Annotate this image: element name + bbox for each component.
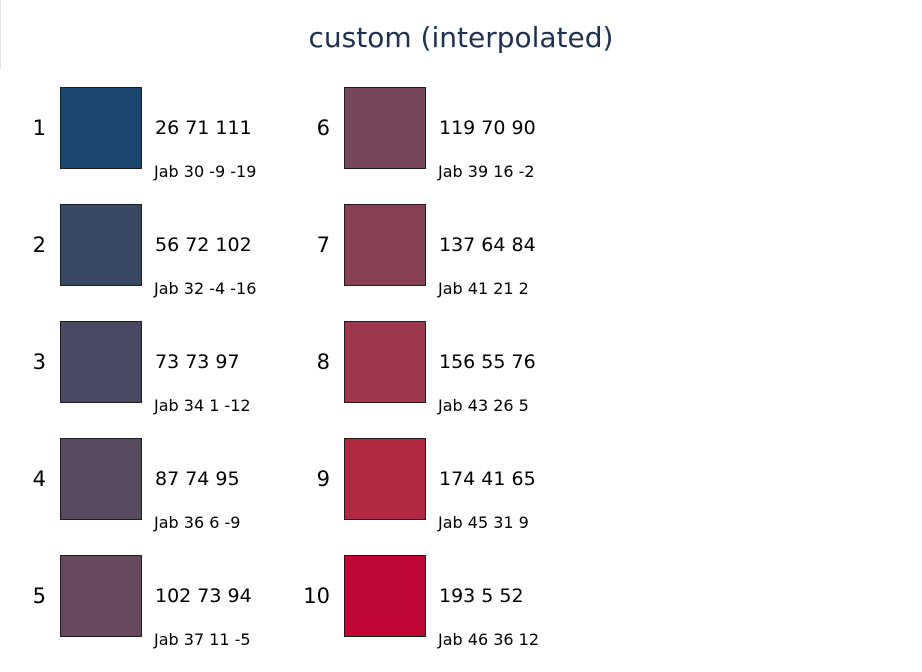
jab-value: Jab 34 1 -12	[154, 396, 251, 415]
jab-value: Jab 45 31 9	[438, 513, 529, 532]
color-swatch	[344, 87, 426, 169]
color-swatch	[60, 204, 142, 286]
swatch-entry: 5 102 73 94 Jab 37 11 -5	[0, 555, 284, 672]
swatch-column-left: 1 26 71 111 Jab 30 -9 -19 2 56 72 102 Ja…	[0, 87, 284, 672]
swatch-entry: 10 193 5 52 Jab 46 36 12	[284, 555, 568, 672]
swatch-index: 1	[32, 116, 46, 140]
swatch-entry: 6 119 70 90 Jab 39 16 -2	[284, 87, 568, 204]
swatch-entry: 9 174 41 65 Jab 45 31 9	[284, 438, 568, 555]
rgb-value: 174 41 65	[439, 468, 536, 490]
jab-value: Jab 41 21 2	[438, 279, 529, 298]
rgb-value: 73 73 97	[155, 351, 240, 373]
swatch-entry: 4 87 74 95 Jab 36 6 -9	[0, 438, 284, 555]
color-swatch	[344, 321, 426, 403]
jab-value: Jab 46 36 12	[438, 630, 540, 649]
rgb-value: 102 73 94	[155, 585, 252, 607]
color-swatch	[60, 87, 142, 169]
rgb-value: 87 74 95	[155, 468, 240, 490]
rgb-value: 193 5 52	[439, 585, 524, 607]
color-swatch	[60, 321, 142, 403]
color-swatch	[60, 555, 142, 637]
color-swatch	[344, 438, 426, 520]
swatch-index: 3	[32, 350, 46, 374]
swatch-entry: 3 73 73 97 Jab 34 1 -12	[0, 321, 284, 438]
swatch-entry: 2 56 72 102 Jab 32 -4 -16	[0, 204, 284, 321]
swatch-index: 6	[316, 116, 330, 140]
swatch-entry: 8 156 55 76 Jab 43 26 5	[284, 321, 568, 438]
jab-value: Jab 37 11 -5	[154, 630, 251, 649]
swatch-index: 5	[32, 584, 46, 608]
color-swatch	[344, 204, 426, 286]
color-swatch	[60, 438, 142, 520]
rgb-value: 156 55 76	[439, 351, 536, 373]
jab-value: Jab 43 26 5	[438, 396, 529, 415]
swatch-entry: 7 137 64 84 Jab 41 21 2	[284, 204, 568, 321]
swatch-entry: 1 26 71 111 Jab 30 -9 -19	[0, 87, 284, 204]
jab-value: Jab 30 -9 -19	[154, 162, 257, 181]
rgb-value: 119 70 90	[439, 117, 536, 139]
color-swatch	[344, 555, 426, 637]
swatch-index: 8	[316, 350, 330, 374]
swatch-index: 9	[316, 467, 330, 491]
swatch-index: 4	[32, 467, 46, 491]
swatch-column-right: 6 119 70 90 Jab 39 16 -2 7 137 64 84 Jab…	[284, 87, 568, 672]
rgb-value: 137 64 84	[439, 234, 536, 256]
swatch-index: 7	[316, 233, 330, 257]
jab-value: Jab 32 -4 -16	[154, 279, 257, 298]
swatch-index: 2	[32, 233, 46, 257]
rgb-value: 56 72 102	[155, 234, 252, 256]
jab-value: Jab 36 6 -9	[154, 513, 241, 532]
jab-value: Jab 39 16 -2	[438, 162, 535, 181]
palette-title: custom (interpolated)	[308, 21, 614, 54]
swatch-grid: 1 26 71 111 Jab 30 -9 -19 2 56 72 102 Ja…	[0, 87, 922, 649]
rgb-value: 26 71 111	[155, 117, 252, 139]
swatch-index: 10	[303, 584, 330, 608]
